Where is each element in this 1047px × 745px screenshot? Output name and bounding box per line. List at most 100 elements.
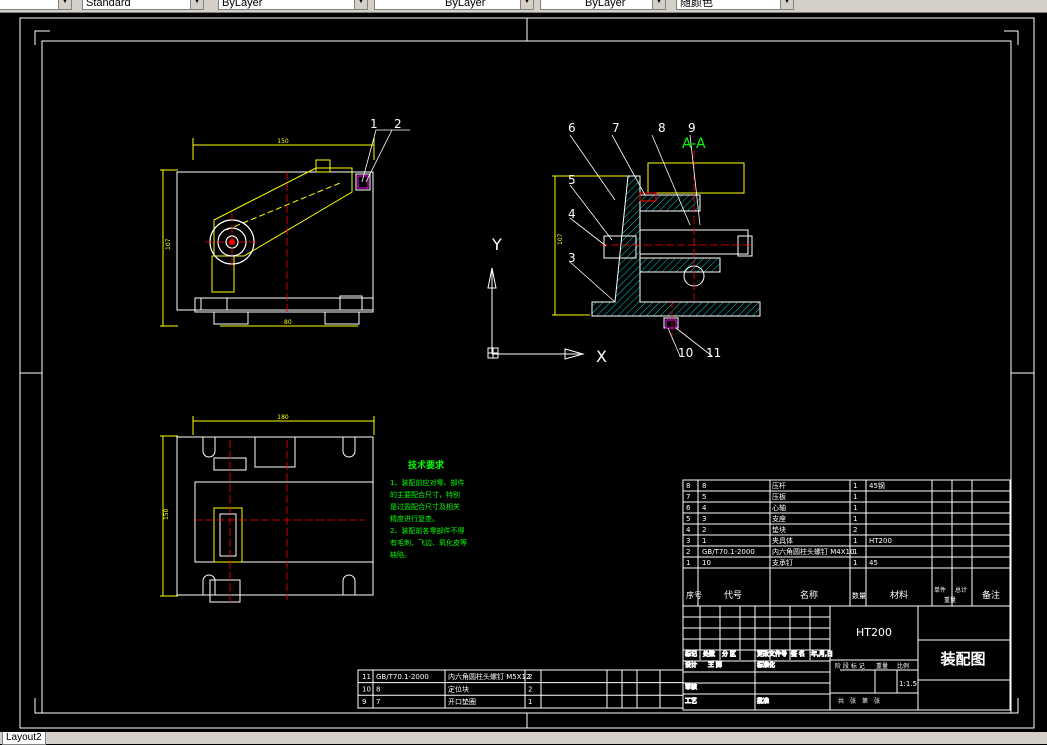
bom-rows: 8 8 压杆 1 45钢 7 5 压板 1 6 4 心轴 1 5 3 支座 1 4 2 垫块 2 3 1 夹具体 1 HT200 2… xyxy=(683,480,1010,606)
chevron-down-icon[interactable]: ▼ xyxy=(520,0,533,9)
callout-11: 11 xyxy=(706,346,721,360)
layer-value: ByLayer xyxy=(222,0,263,9)
bom-name: 支座 xyxy=(772,514,786,523)
ucs-y-label: Y xyxy=(491,235,502,254)
callout-2: 2 xyxy=(394,117,402,131)
drawing-canvas[interactable]: 150 107 80 180 150 A-A 107 1 23456 7 8 9… xyxy=(0,13,1047,732)
tb-designer: 王 辉 xyxy=(708,661,722,669)
tb-mark: 标记 xyxy=(685,650,697,658)
bom-header-name: 名称 xyxy=(800,589,818,601)
ucs-x-label: X xyxy=(596,347,607,366)
dim-side-height: 107 xyxy=(557,233,564,245)
layer-combo[interactable]: ByLayer ▼ xyxy=(218,0,368,10)
bom-seq: 5 xyxy=(686,515,690,523)
tab-layout2[interactable]: Layout2 xyxy=(2,732,46,745)
callout-6: 6 xyxy=(568,121,576,135)
weight-label: 重量 xyxy=(876,662,888,670)
plan-view: 180 150 xyxy=(160,414,375,605)
tab-layout2-label: Layout2 xyxy=(6,732,42,743)
callout-8: 8 xyxy=(658,121,666,135)
bom-name: 夹具体 xyxy=(772,536,793,545)
bom-qty: 1 xyxy=(853,504,857,512)
tb-std-label: 标准化 xyxy=(757,661,775,669)
text-style-combo[interactable]: Standard ▼ xyxy=(82,0,204,10)
bom-seq: 2 xyxy=(686,548,690,556)
technical-requirements: 技术要求 1、装配前应对零、部件的主要配合尺寸，特别是过盈配合尺寸及相关精度进行… xyxy=(390,459,467,559)
lower-seq: 10 xyxy=(362,686,371,694)
lower-name: 开口垫圈 xyxy=(448,697,476,706)
tech-note-line: 是过盈配合尺寸及相关 xyxy=(390,502,460,511)
tech-note-line: 缺陷。 xyxy=(390,550,411,559)
tb-designer-label: 设计 xyxy=(685,661,697,669)
sheet-frame xyxy=(19,17,1035,729)
text-style-value: Standard xyxy=(86,0,131,9)
bom-name: 内六角圆柱头螺钉 M4X10 xyxy=(772,547,854,556)
tb-date: 年,月,日 xyxy=(811,650,833,658)
linetype-combo[interactable]: ByLayer ▼ xyxy=(374,0,534,10)
callout-7: 7 xyxy=(612,121,620,135)
bom-header-total: 总计 xyxy=(955,586,967,594)
bom-code: 2 xyxy=(702,526,706,534)
bom-name: 支承钉 xyxy=(772,558,793,567)
callout-10: 10 xyxy=(678,346,693,360)
front-view: 150 107 80 xyxy=(160,138,375,327)
chevron-down-icon[interactable]: ▼ xyxy=(354,0,367,9)
section-label: A-A xyxy=(682,136,706,152)
lineweight-combo[interactable]: ByLayer ▼ xyxy=(540,0,666,10)
chevron-down-icon[interactable]: ▼ xyxy=(780,0,793,9)
lower-name: 内六角圆柱头螺钉 M5X12 xyxy=(448,672,530,681)
bom-material: HT200 xyxy=(869,537,892,545)
bom-code: 10 xyxy=(702,559,711,567)
color-value: 随颜色 xyxy=(680,0,713,9)
bom-name: 垫块 xyxy=(772,525,786,534)
dim-top-height: 107 xyxy=(165,238,172,250)
bom-code: 4 xyxy=(702,504,707,512)
tb-process-label: 工艺 xyxy=(685,697,697,705)
bom-header-material: 材料 xyxy=(890,589,908,601)
callout-9: 9 xyxy=(688,121,696,135)
bom-code: GB/T70.1-2000 xyxy=(702,548,755,556)
tb-approve-label: 批准 xyxy=(757,697,769,705)
bom-qty: 2 xyxy=(853,526,857,534)
color-combo[interactable]: 随颜色 ▼ xyxy=(676,0,794,10)
layout-tabs: Layout2 xyxy=(0,732,1047,745)
lower-seq: 9 xyxy=(362,698,366,706)
lower-code: GB/T70.1-2000 xyxy=(376,673,429,681)
bom-header-remark: 备注 xyxy=(982,589,1000,601)
chevron-down-icon[interactable]: ▼ xyxy=(58,0,71,9)
lower-seq: 11 xyxy=(362,673,371,681)
bom-header-seq: 序号 xyxy=(686,590,702,600)
sheet-count: 共 张 第 张 xyxy=(838,697,880,705)
tb-zone: 分 区 xyxy=(722,650,736,658)
callout-labels: 1 2 3 4 5 6 7 8 9 10 11 xyxy=(370,117,721,360)
drawing-title: 装配图 xyxy=(939,650,985,668)
bom-qty: 1 xyxy=(853,559,857,567)
bom-header-weight: 重量 xyxy=(944,596,956,604)
bom-header-qty: 数量 xyxy=(852,591,866,600)
drawing-scale: 1:1.5 xyxy=(899,680,917,688)
lower-name: 定位块 xyxy=(448,685,469,694)
dim-top-inner: 80 xyxy=(284,319,292,326)
lower-code: 8 xyxy=(376,686,380,694)
lineweight-value: ByLayer xyxy=(585,0,626,9)
callout-1: 1 xyxy=(370,117,378,131)
bom-code: 3 xyxy=(702,515,706,523)
bom-header-code: 代号 xyxy=(724,590,742,601)
tb-sign: 签 名 xyxy=(791,650,805,658)
dimstyle-combo[interactable]: ▼ xyxy=(0,0,72,10)
bom-seq: 7 xyxy=(686,493,690,501)
chevron-down-icon[interactable]: ▼ xyxy=(190,0,203,9)
tb-count: 处数 xyxy=(703,650,715,658)
tech-title: 技术要求 xyxy=(408,459,445,471)
chevron-down-icon[interactable]: ▼ xyxy=(652,0,665,9)
tech-note-line: 1、装配前应对零、部件 xyxy=(390,478,464,487)
bom-qty: 1 xyxy=(853,548,857,556)
bom-code: 8 xyxy=(702,482,706,490)
bom-name: 压板 xyxy=(772,492,786,501)
lower-rows: 11 GB/T70.1-2000 内六角圆柱头螺钉 M5X12210 8 定位块 29 7 开… xyxy=(358,670,683,708)
bom-header-unit: 单件 xyxy=(934,586,946,594)
section-view: A-A 107 xyxy=(552,134,761,357)
bom-seq: 8 xyxy=(686,482,690,490)
stage-label: 阶 段 标 记 xyxy=(835,662,865,670)
linetype-value: ByLayer xyxy=(445,0,486,9)
